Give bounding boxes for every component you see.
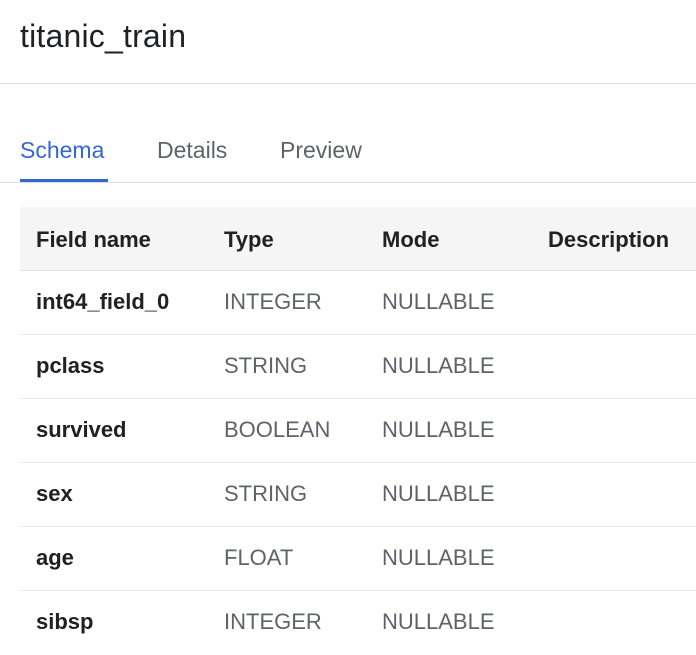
field-type-cell: BOOLEAN xyxy=(224,417,331,442)
field-mode-cell: NULLABLE xyxy=(382,289,495,314)
table-row: sibsp INTEGER NULLABLE xyxy=(20,591,696,655)
field-mode-cell: NULLABLE xyxy=(382,545,495,570)
table-row: int64_field_0 INTEGER NULLABLE xyxy=(20,271,696,335)
tab-schema[interactable]: Schema xyxy=(20,118,108,182)
column-header-description[interactable]: Description xyxy=(548,207,669,273)
table-header-row: Field name Type Mode Description xyxy=(20,207,696,271)
field-type-cell: INTEGER xyxy=(224,289,322,314)
field-mode-cell: NULLABLE xyxy=(382,481,495,506)
field-name-cell: pclass xyxy=(36,353,105,378)
field-name-cell: sex xyxy=(36,481,73,506)
field-name-cell: int64_field_0 xyxy=(36,289,170,314)
table-row: sex STRING NULLABLE xyxy=(20,463,696,527)
tab-preview[interactable]: Preview xyxy=(280,118,362,182)
column-header-mode[interactable]: Mode xyxy=(382,207,439,273)
page-title: titanic_train xyxy=(20,18,187,54)
field-mode-cell: NULLABLE xyxy=(382,353,495,378)
title-bar: titanic_train xyxy=(0,0,696,84)
table-row: pclass STRING NULLABLE xyxy=(20,335,696,399)
field-name-cell: survived xyxy=(36,417,127,442)
schema-table: Field name Type Mode Description int64_f… xyxy=(20,207,696,655)
field-type-cell: STRING xyxy=(224,481,308,506)
column-header-field-name[interactable]: Field name xyxy=(36,207,151,273)
tab-details[interactable]: Details xyxy=(157,118,227,182)
field-name-cell: age xyxy=(36,545,74,570)
tab-bar: Schema Details Preview xyxy=(0,118,696,183)
field-type-cell: STRING xyxy=(224,353,308,378)
column-header-type[interactable]: Type xyxy=(224,207,274,273)
table-row: age FLOAT NULLABLE xyxy=(20,527,696,591)
field-type-cell: FLOAT xyxy=(224,545,294,570)
field-mode-cell: NULLABLE xyxy=(382,609,495,634)
table-row: survived BOOLEAN NULLABLE xyxy=(20,399,696,463)
field-mode-cell: NULLABLE xyxy=(382,417,495,442)
field-type-cell: INTEGER xyxy=(224,609,322,634)
field-name-cell: sibsp xyxy=(36,609,94,634)
